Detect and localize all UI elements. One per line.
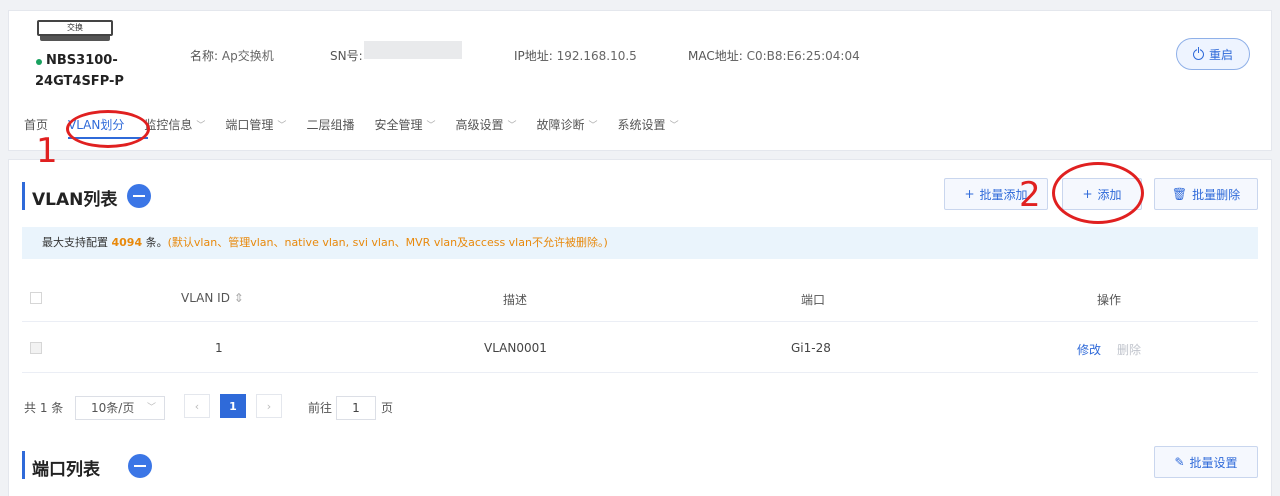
- chevron-left-icon: ‹: [194, 399, 200, 413]
- nav-item-monitor[interactable]: 监控信息 ﹀: [144, 116, 205, 133]
- nav-item-home[interactable]: 首页: [24, 116, 48, 133]
- chevron-down-icon: ﹀: [277, 120, 287, 131]
- nav-item-system[interactable]: 系统设置 ﹀: [618, 116, 679, 133]
- trash-icon: 🗑: [1171, 187, 1188, 201]
- annotation-circle-vlan-tab: [66, 110, 150, 148]
- annotation-number-1: 1: [36, 131, 58, 171]
- col-header-ops: 操作: [1097, 293, 1122, 307]
- device-model-line1: NBS3100-: [46, 53, 118, 68]
- page-number-button[interactable]: 1: [220, 394, 246, 418]
- nav-item-port-mgmt[interactable]: 端口管理 ﹀: [225, 116, 286, 133]
- page-size-select[interactable]: 10条/页 ﹀: [75, 396, 165, 420]
- plus-icon: +: [964, 187, 975, 201]
- port-collapse-button[interactable]: [128, 454, 152, 478]
- ip-info: IP地址: 192.168.10.5: [514, 47, 637, 64]
- chevron-down-icon: ﹀: [426, 120, 436, 131]
- mac-info: MAC地址: C0:B8:E6:25:04:04: [688, 47, 860, 64]
- batch-set-button[interactable]: ✎ 批量设置: [1154, 446, 1258, 478]
- goto-page-input[interactable]: 1: [336, 396, 376, 420]
- vlan-max-count: 4094: [111, 236, 143, 249]
- page-suffix: 页: [381, 401, 394, 415]
- nav-item-diagnostics[interactable]: 故障诊断 ﹀: [537, 116, 598, 133]
- col-header-desc: 描述: [503, 293, 528, 307]
- online-status-dot: [36, 59, 42, 65]
- vlan-list-title: VLAN列表: [32, 190, 118, 210]
- next-page-button[interactable]: ›: [256, 394, 282, 418]
- vlan-limit-notice: 最大支持配置 4094 条。(默认vlan、管理vlan、native vlan…: [22, 227, 1258, 259]
- reboot-label: 重启: [1208, 47, 1233, 62]
- chevron-down-icon: ﹀: [196, 120, 206, 131]
- goto-label: 前往: [308, 401, 333, 415]
- mac-label: MAC地址:: [688, 49, 743, 63]
- edit-link[interactable]: 修改: [1077, 341, 1101, 358]
- cell-port: Gi1-28: [791, 341, 831, 355]
- sn-value-redacted: [364, 41, 462, 59]
- mac-value: C0:B8:E6:25:04:04: [746, 49, 860, 63]
- nav-item-security[interactable]: 安全管理 ﹀: [374, 116, 435, 133]
- chevron-down-icon: ﹀: [507, 120, 517, 131]
- vlan-collapse-button[interactable]: [127, 184, 151, 208]
- device-name-value: Ap交换机: [221, 49, 274, 63]
- pager-total: 共 1 条: [24, 401, 64, 415]
- power-icon: [1192, 46, 1204, 60]
- annotation-number-2: 2: [1019, 175, 1041, 215]
- sort-icon: ⇕: [233, 291, 244, 305]
- port-list-title: 端口列表: [32, 460, 100, 480]
- reboot-button[interactable]: 重启: [1176, 38, 1250, 70]
- chevron-down-icon: ﹀: [146, 403, 156, 413]
- row-checkbox[interactable]: [30, 342, 42, 354]
- switch-device-icon: 交换: [37, 20, 113, 44]
- device-name-label: 名称:: [190, 49, 219, 63]
- device-image-label: 交换: [67, 23, 83, 32]
- annotation-circle-add-button: [1052, 162, 1144, 224]
- table-divider: [22, 372, 1258, 373]
- ip-value: 192.168.10.5: [556, 49, 637, 63]
- batch-delete-button[interactable]: 🗑 批量删除: [1154, 178, 1258, 210]
- delete-link: 删除: [1117, 343, 1142, 357]
- cell-vlan-id: 1: [215, 341, 223, 355]
- device-model-line2: 24GT4SFP-P: [35, 74, 124, 89]
- chevron-down-icon: ﹀: [669, 120, 679, 131]
- chevron-right-icon: ›: [266, 399, 272, 413]
- section-accent-bar: [22, 451, 25, 479]
- nav-item-advanced[interactable]: 高级设置 ﹀: [455, 116, 516, 133]
- device-name-info: 名称: Ap交换机: [190, 47, 274, 64]
- prev-page-button[interactable]: ‹: [184, 394, 210, 418]
- select-all-checkbox[interactable]: [30, 292, 42, 304]
- col-header-vlan-id[interactable]: VLAN ID ⇕: [181, 291, 244, 305]
- vlan-delete-warning: (默认vlan、管理vlan、native vlan, svi vlan、MVR…: [167, 236, 608, 249]
- chevron-down-icon: ﹀: [588, 120, 598, 131]
- sn-label: SN号:: [330, 49, 363, 63]
- col-header-port: 端口: [801, 293, 826, 307]
- ip-label: IP地址:: [514, 49, 553, 63]
- section-accent-bar: [22, 182, 25, 210]
- table-divider: [22, 321, 1258, 322]
- nav-item-l2-multicast[interactable]: 二层组播: [306, 116, 354, 133]
- edit-pen-icon: ✎: [1174, 455, 1185, 469]
- cell-desc: VLAN0001: [484, 341, 547, 355]
